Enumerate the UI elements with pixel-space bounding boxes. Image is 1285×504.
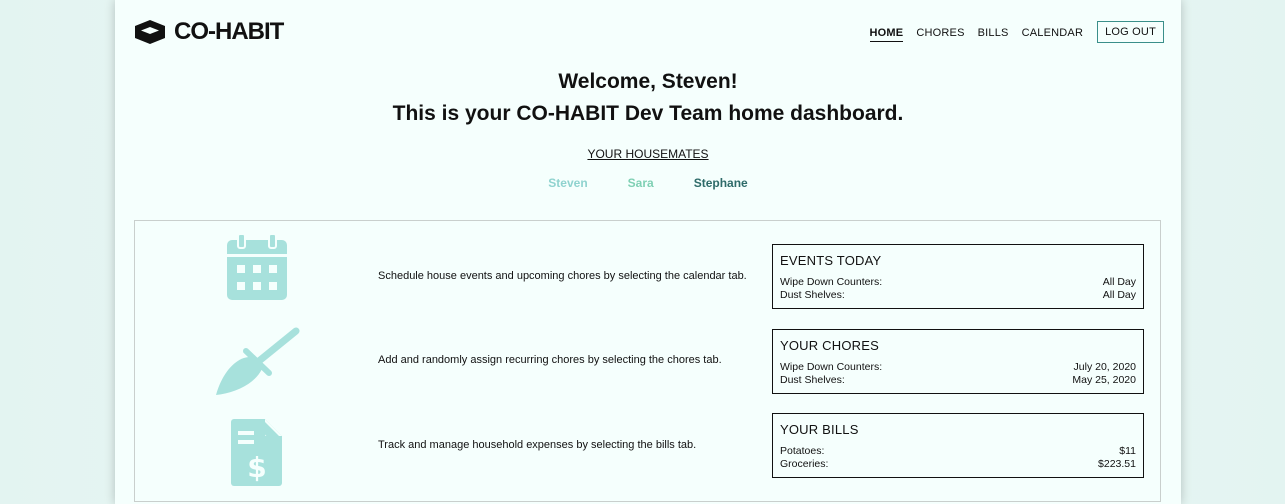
card-row-value: $223.51 [1098,458,1136,470]
dashboard-subtitle: This is your CO-HABIT Dev Team home dash… [392,102,904,125]
card-row-label: Dust Shelves: [780,374,845,386]
nav-calendar[interactable]: CALENDAR [1022,22,1084,42]
card-row-label: Potatoes: [780,445,825,457]
logo-cube-icon [135,20,165,44]
nav-chores[interactable]: CHORES [916,22,964,42]
welcome-title: Welcome, Steven! [558,70,738,93]
calendar-icon [227,234,287,300]
card-row-value: $11 [1119,445,1136,457]
app-page: CO-HABIT HOME CHORES BILLS CALENDAR LOG … [115,0,1181,504]
chores-card-title: YOUR CHORES [780,338,879,353]
chores-feature-text: Add and randomly assign recurring chores… [378,354,722,366]
card-row: Wipe Down Counters: All Day [780,276,1136,289]
your-bills-card[interactable]: YOUR BILLS Potatoes: $11 Groceries: $223… [772,413,1144,478]
card-row: Dust Shelves: May 25, 2020 [780,374,1136,387]
housemate-steven[interactable]: Steven [548,176,587,190]
card-row: Dust Shelves: All Day [780,289,1136,302]
housemate-stephane[interactable]: Stephane [694,176,748,190]
nav-bills[interactable]: BILLS [978,22,1009,42]
card-row: Groceries: $223.51 [780,458,1136,471]
nav-home[interactable]: HOME [869,22,904,42]
housemates-heading: YOUR HOUSEMATES [115,147,1181,161]
card-row-label: Wipe Down Counters: [780,276,883,288]
logout-button[interactable]: LOG OUT [1097,21,1164,43]
card-row-label: Wipe Down Counters: [780,361,883,373]
housemates-title: YOUR HOUSEMATES [587,147,709,161]
svg-text:$: $ [247,451,266,484]
broom-icon [216,327,300,395]
bills-feature-text: Track and manage household expenses by s… [378,439,697,451]
card-row: Potatoes: $11 [780,445,1136,458]
card-row-value: All Day [1102,289,1136,301]
brand-name: CO-HABIT [174,18,284,45]
bills-card-title: YOUR BILLS [780,422,859,437]
housemate-sara[interactable]: Sara [628,176,654,190]
events-card-title: EVENTS TODAY [780,253,882,268]
top-nav: HOME CHORES BILLS CALENDAR LOG OUT [857,21,1164,43]
features-panel: Schedule house events and upcoming chore… [134,220,1161,502]
calendar-feature-text: Schedule house events and upcoming chore… [378,270,747,282]
events-today-card[interactable]: EVENTS TODAY Wipe Down Counters: All Day… [772,244,1144,309]
card-row-value: May 25, 2020 [1072,374,1136,386]
your-chores-card[interactable]: YOUR CHORES Wipe Down Counters: July 20,… [772,329,1144,394]
card-row-label: Groceries: [780,458,829,470]
housemates-list: Steven Sara Stephane [115,176,1181,190]
card-row-value: All Day [1102,276,1136,288]
card-row: Wipe Down Counters: July 20, 2020 [780,361,1136,374]
card-row-value: July 20, 2020 [1073,361,1136,373]
card-row-label: Dust Shelves: [780,289,845,301]
brand-logo[interactable]: CO-HABIT [134,18,284,45]
bill-icon: $ [231,419,282,486]
